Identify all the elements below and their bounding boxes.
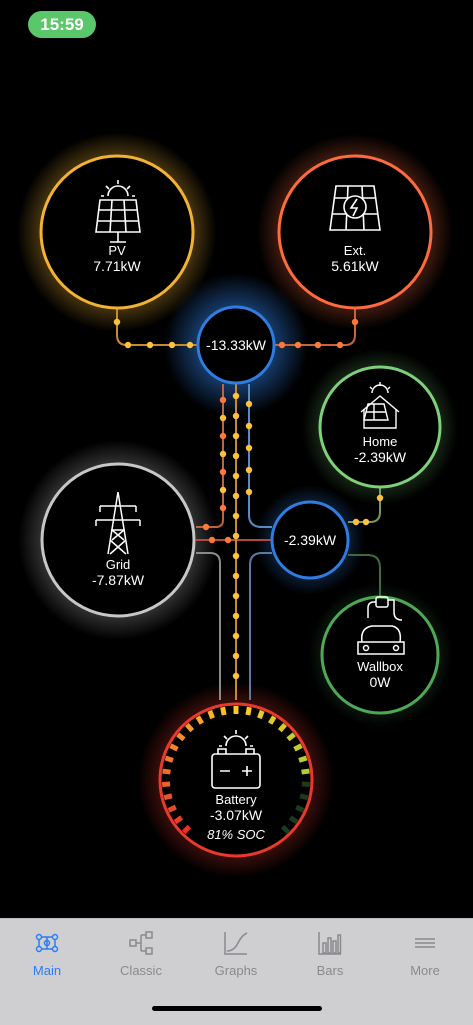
flow-dot [233, 473, 239, 479]
tab-graphs-label: Graphs [189, 963, 283, 978]
flow-dot [233, 533, 239, 539]
home-indicator[interactable] [152, 1006, 322, 1011]
flow-dot [187, 342, 193, 348]
tab-main-label: Main [0, 963, 94, 978]
flow-dot [220, 451, 226, 457]
soc-segment [169, 807, 176, 810]
soc-segment [248, 707, 249, 715]
tab-main[interactable]: Main [0, 929, 94, 981]
flow-dot [233, 513, 239, 519]
flow-dot [352, 319, 358, 325]
home-label: Home [330, 434, 430, 449]
flow-dot [233, 593, 239, 599]
soc-segment [223, 707, 224, 715]
soc-segment [259, 711, 262, 718]
flow-dot [220, 397, 226, 403]
flow-dot [246, 401, 252, 407]
soc-segment [164, 796, 172, 798]
soc-segment [299, 758, 307, 760]
grid-label: Grid [58, 557, 178, 572]
flow-dot [246, 445, 252, 451]
flow-dot [203, 524, 209, 530]
tab-bars-label: Bars [283, 963, 377, 978]
flow-dot [337, 342, 343, 348]
soc-segment [165, 758, 173, 760]
tab-more[interactable]: More [378, 929, 472, 981]
tab-classic-label: Classic [94, 963, 188, 978]
flow-dot [279, 342, 285, 348]
pv-value: 7.71kW [57, 258, 177, 275]
flow-dot [233, 433, 239, 439]
flow-dot [233, 673, 239, 679]
flow-dot [233, 453, 239, 459]
flow-dot [363, 519, 369, 525]
grid-node[interactable]: Grid -7.87kW [58, 557, 178, 589]
flow-dot [114, 319, 120, 325]
hub-top-value[interactable]: -13.33kW [196, 337, 276, 353]
flow-dot [233, 553, 239, 559]
home-value: -2.39kW [330, 449, 430, 466]
flow-dot [147, 342, 153, 348]
soc-segment [270, 717, 274, 724]
soc-segment [300, 796, 308, 798]
wallbox-node-circle [322, 597, 438, 713]
menu-lines-icon [411, 929, 439, 957]
flow-dot [353, 519, 359, 525]
main-flow-icon [33, 929, 61, 957]
grid-node-circle [42, 464, 194, 616]
bar-chart-icon [316, 929, 344, 957]
flow-dot [233, 573, 239, 579]
hub-mid-value[interactable]: -2.39kW [270, 532, 350, 548]
flow-dot [233, 613, 239, 619]
flow-dot [246, 423, 252, 429]
battery-node[interactable]: Battery -3.07kW 81% SOC [176, 792, 296, 843]
grid-value: -7.87kW [58, 572, 178, 589]
battery-soc-text: 81% SOC [176, 826, 296, 843]
pv-node[interactable]: PV 7.71kW [57, 243, 177, 275]
classic-tree-icon [127, 929, 155, 957]
soc-segment [163, 771, 171, 772]
flow-dot [220, 469, 226, 475]
flow-dot [233, 653, 239, 659]
ext-node[interactable]: Ext. 5.61kW [295, 243, 415, 275]
soc-segment [296, 807, 303, 810]
flow-dot [295, 342, 301, 348]
soc-segment [210, 711, 213, 718]
wallbox-node[interactable]: Wallbox 0W [330, 659, 430, 691]
flow-dot [246, 489, 252, 495]
graph-curve-icon [222, 929, 250, 957]
flow-dot [220, 487, 226, 493]
home-node[interactable]: Home -2.39kW [330, 434, 430, 466]
ext-label: Ext. [295, 243, 415, 258]
flow-dot [220, 415, 226, 421]
tab-classic[interactable]: Classic [94, 929, 188, 981]
soc-segment [198, 717, 202, 724]
battery-value: -3.07kW [176, 807, 296, 824]
flow-dot [377, 495, 383, 501]
flow-dot [246, 467, 252, 473]
flow-dot [220, 433, 226, 439]
flow-dot [209, 537, 215, 543]
tab-bars[interactable]: Bars [283, 929, 377, 981]
wallbox-label: Wallbox [330, 659, 430, 674]
soc-segment [294, 746, 301, 750]
wallbox-value: 0W [330, 674, 430, 691]
flow-dot [225, 537, 231, 543]
flow-dot [233, 413, 239, 419]
flow-dot [315, 342, 321, 348]
tab-graphs[interactable]: Graphs [189, 929, 283, 981]
soc-segment [170, 746, 177, 750]
flow-dot [233, 633, 239, 639]
soc-segment [302, 771, 310, 772]
flow-dot [233, 393, 239, 399]
pv-label: PV [57, 243, 177, 258]
battery-label: Battery [176, 792, 296, 807]
flow-dot [169, 342, 175, 348]
tab-more-label: More [378, 963, 472, 978]
ext-value: 5.61kW [295, 258, 415, 275]
flow-dot [220, 505, 226, 511]
flow-dot [125, 342, 131, 348]
ext-node-circle [279, 156, 431, 308]
flow-dot [233, 493, 239, 499]
